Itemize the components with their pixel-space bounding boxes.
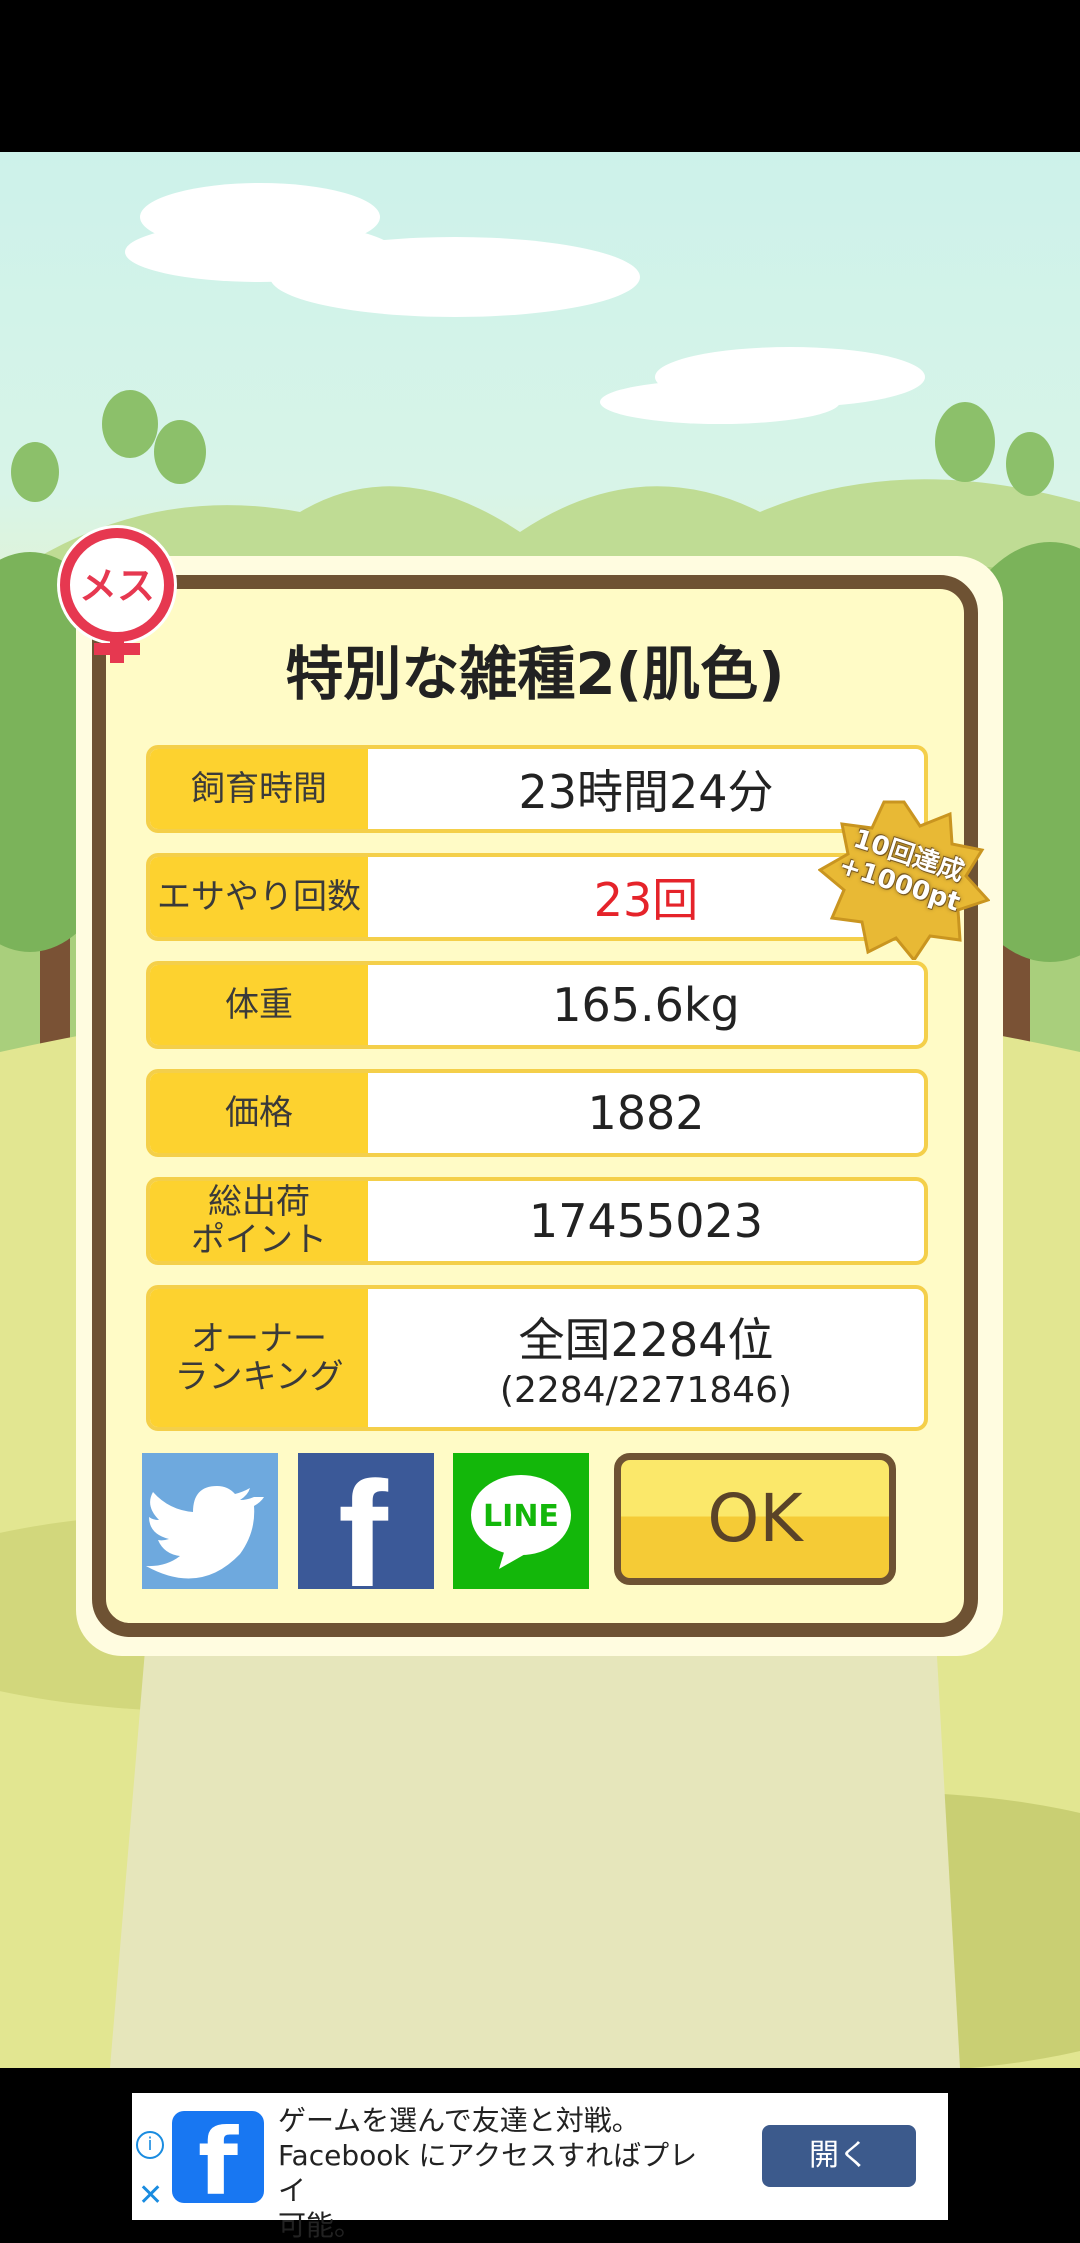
facebook-f-icon: f bbox=[338, 1450, 388, 1618]
ad-text: ゲームを選んで友達と対戦。 Facebook にアクセスすればプレイ 可能。 bbox=[278, 2104, 698, 2242]
row-feeding-count: エサやり回数 23回 bbox=[146, 853, 928, 941]
row-value: 165.6kg bbox=[552, 978, 740, 1032]
facebook-logo-icon: f bbox=[172, 2111, 264, 2203]
clouds bbox=[125, 183, 925, 424]
close-icon[interactable]: ✕ bbox=[138, 2181, 163, 2211]
row-label: 飼育時間 bbox=[150, 749, 368, 829]
row-breeding-time: 飼育時間 23時間24分 bbox=[146, 745, 928, 833]
row-weight: 体重 165.6kg bbox=[146, 961, 928, 1049]
row-label: 価格 bbox=[150, 1073, 368, 1153]
row-value: 17455023 bbox=[528, 1194, 764, 1248]
row-label: オーナー ランキング bbox=[150, 1289, 368, 1427]
row-price: 価格 1882 bbox=[146, 1069, 928, 1157]
ok-button[interactable]: OK bbox=[614, 1453, 896, 1585]
ranking-detail: (2284/2271846) bbox=[499, 1370, 793, 1411]
gender-badge: メス bbox=[52, 525, 182, 665]
ad-content[interactable]: i ✕ f ゲームを選んで友達と対戦。 Facebook にアクセスすればプレイ… bbox=[132, 2093, 948, 2242]
row-value: 1882 bbox=[587, 1086, 705, 1140]
twitter-bird-icon bbox=[146, 1486, 264, 1579]
facebook-share-button[interactable]: f bbox=[298, 1453, 434, 1609]
ad-banner: i ✕ f ゲームを選んで友達と対戦。 Facebook にアクセスすればプレイ… bbox=[0, 2068, 1080, 2242]
ad-open-button[interactable]: 開く bbox=[762, 2125, 916, 2187]
achievement-badge: 10回達成 +1000pt bbox=[817, 800, 991, 963]
row-value: 全国2284位 (2284/2271846) bbox=[368, 1289, 924, 1427]
ranking-value: 全国2284位 bbox=[518, 1313, 774, 1367]
row-label: 総出荷 ポイント bbox=[150, 1181, 368, 1261]
line-label: LINE bbox=[483, 1499, 559, 1534]
pig-name-title: 特別な雑種2(肌色) bbox=[285, 640, 785, 708]
row-owner-ranking: オーナー ランキング 全国2284位 (2284/2271846) bbox=[146, 1285, 928, 1431]
gender-label: メス bbox=[78, 564, 155, 608]
line-share-button[interactable]: LINE bbox=[453, 1453, 589, 1589]
row-label: 体重 bbox=[150, 965, 368, 1045]
info-icon[interactable]: i bbox=[136, 2131, 164, 2159]
row-label: エサやり回数 bbox=[150, 857, 368, 937]
row-total-points: 総出荷 ポイント 17455023 bbox=[146, 1177, 928, 1265]
status-bar bbox=[0, 0, 1080, 152]
twitter-share-button[interactable] bbox=[142, 1453, 278, 1589]
